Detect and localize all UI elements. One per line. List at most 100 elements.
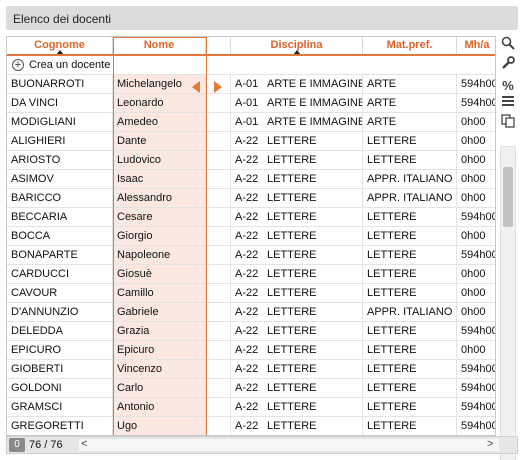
cell-spacer xyxy=(206,170,231,188)
cell-spacer xyxy=(206,322,231,340)
copy-icon[interactable] xyxy=(498,114,518,134)
cell-spacer xyxy=(206,303,231,321)
wrench-icon[interactable] xyxy=(498,56,518,76)
cell-codice: A-22 xyxy=(235,420,259,432)
cell-mh: 0h00 xyxy=(461,306,486,318)
vertical-scrollbar-thumb[interactable] xyxy=(503,167,513,227)
table-row[interactable]: ARIOSTO Ludovico A-22 LETTERE LETTERE 0h00 xyxy=(7,151,495,170)
table-row[interactable]: BUONARROTI Michelangelo A-01 ARTE E IMMAGIN… xyxy=(7,75,495,94)
table-row[interactable]: ASIMOV Isaac A-22 LETTERE APPR. ITALIANO 0h00 xyxy=(7,170,495,189)
vertical-scrollbar[interactable] xyxy=(500,146,516,460)
table-row[interactable]: BONAPARTE Napoleone A-22 LETTERE LETTERE 594h… xyxy=(7,246,495,265)
table-row[interactable]: CARDUCCI Giosuè A-22 LETTERE LETTERE 0h00 xyxy=(7,265,495,284)
cell-spacer xyxy=(206,284,231,302)
percent-icon[interactable]: % xyxy=(498,76,518,96)
cell-mh: 594h00 xyxy=(461,97,496,109)
table-row[interactable]: GIOBERTI Vincenzo A-22 LETTERE LETTERE 594h00 xyxy=(7,360,495,379)
cell-codice: A-22 xyxy=(235,249,259,261)
table-row[interactable]: BECCARIA Cesare A-22 LETTERE LETTERE 594h00 xyxy=(7,208,495,227)
sort-ascending-icon xyxy=(292,50,301,54)
column-header-disciplina[interactable]: Disciplina xyxy=(231,37,363,54)
cell-codice: A-22 xyxy=(235,287,259,299)
cell-disciplina: LETTERE xyxy=(263,246,363,264)
cell-mh: 0h00 xyxy=(461,230,486,242)
cell-cognome: DA VINCI xyxy=(7,94,113,112)
cell-spacer xyxy=(206,417,231,435)
cell-nome: Antonio xyxy=(113,398,206,416)
cell-disciplina: LETTERE xyxy=(263,227,363,245)
cell-disciplina: LETTERE xyxy=(263,170,363,188)
search-icon[interactable] xyxy=(498,36,518,56)
cell-cognome: ALIGHIERI xyxy=(7,132,113,150)
cell-mat-pref: LETTERE xyxy=(363,341,457,359)
move-column-right-icon[interactable] xyxy=(214,81,222,93)
cell-spacer xyxy=(206,113,231,131)
scroll-right-icon[interactable]: > xyxy=(487,438,493,450)
sort-ascending-icon xyxy=(55,50,64,54)
cell-mat-pref: LETTERE xyxy=(363,132,457,150)
cell-codice: A-22 xyxy=(235,135,259,147)
cell-codice: A-01 xyxy=(235,97,259,109)
cell-mat-pref: ARTE xyxy=(363,94,457,112)
cell-cognome: MODIGLIANI xyxy=(7,113,113,131)
cell-mh: 0h00 xyxy=(461,154,486,166)
cell-disciplina: LETTERE xyxy=(263,284,363,302)
table-row[interactable]: BOCCA Giorgio A-22 LETTERE LETTERE 0h00 xyxy=(7,227,495,246)
table-row[interactable]: DELEDDA Grazia A-22 LETTERE LETTERE 594h00 xyxy=(7,322,495,341)
cell-spacer xyxy=(206,265,231,283)
cell-cognome: GREGORETTI xyxy=(7,417,113,435)
cell-nome: Cesare xyxy=(113,208,206,226)
cell-codice: A-22 xyxy=(235,363,259,375)
cell-nome: Carlo xyxy=(113,379,206,397)
column-header-nome[interactable]: Nome xyxy=(113,37,206,54)
scroll-left-icon[interactable]: < xyxy=(81,438,87,450)
cell-cognome: D'ANNUNZIO xyxy=(7,303,113,321)
cell-mh: 594h00 xyxy=(461,401,496,413)
column-header-mat-pref[interactable]: Mat.pref. xyxy=(363,37,457,54)
table-row[interactable]: EPICURO Epicuro A-22 LETTERE LETTERE 0h00 xyxy=(7,341,495,360)
cell-codice: A-22 xyxy=(235,306,259,318)
cell-mat-pref: ARTE xyxy=(363,113,457,131)
move-column-left-icon[interactable] xyxy=(192,81,200,93)
list-icon[interactable] xyxy=(498,94,518,114)
cell-mat-pref: APPR. ITALIANO xyxy=(363,303,457,321)
cell-mh: 594h00 xyxy=(461,382,496,394)
cell-spacer xyxy=(206,379,231,397)
table-row[interactable]: ALIGHIERI Dante A-22 LETTERE LETTERE 0h00 xyxy=(7,132,495,151)
cell-disciplina: ARTE E IMMAGINE xyxy=(263,75,363,93)
cell-mh: 0h00 xyxy=(461,192,486,204)
cell-codice: A-22 xyxy=(235,173,259,185)
table-row[interactable]: D'ANNUNZIO Gabriele A-22 LETTERE APPR. ITALI… xyxy=(7,303,495,322)
cell-codice: A-22 xyxy=(235,325,259,337)
horizontal-scrollbar[interactable] xyxy=(79,439,499,451)
cell-mat-pref: LETTERE xyxy=(363,265,457,283)
cell-mh: 0h00 xyxy=(461,116,486,128)
grid-footer: 0 76 / 76 < > xyxy=(6,436,518,454)
cell-nome: Leonardo xyxy=(113,94,206,112)
cell-spacer xyxy=(206,132,231,150)
cell-spacer xyxy=(206,151,231,169)
table-row[interactable]: MODIGLIANI Amedeo A-01 ARTE E IMMAGINE ARTE 0… xyxy=(7,113,495,132)
table-row[interactable]: CAVOUR Camillo A-22 LETTERE LETTERE 0h00 xyxy=(7,284,495,303)
cell-spacer xyxy=(206,94,231,112)
table-row[interactable]: GRAMSCI Antonio A-22 LETTERE LETTERE 594h00 xyxy=(7,398,495,417)
cell-nome: Ludovico xyxy=(113,151,206,169)
cell-disciplina: LETTERE xyxy=(263,322,363,340)
cell-cognome: GIOBERTI xyxy=(7,360,113,378)
cell-nome: Isaac xyxy=(113,170,206,188)
cell-mat-pref: LETTERE xyxy=(363,398,457,416)
cell-mh: 0h00 xyxy=(461,268,486,280)
column-header-cognome[interactable]: Cognome xyxy=(7,37,113,54)
table-row[interactable]: GREGORETTI Ugo A-22 LETTERE LETTERE 594h00 xyxy=(7,417,495,435)
cell-nome: Ugo xyxy=(113,417,206,435)
cell-mat-pref: LETTERE xyxy=(363,284,457,302)
cell-mat-pref: LETTERE xyxy=(363,208,457,226)
table-row[interactable]: DA VINCI Leonardo A-01 ARTE E IMMAGINE ARTE 5… xyxy=(7,94,495,113)
create-teacher-row[interactable]: + Crea un docente xyxy=(7,56,495,75)
table-row[interactable]: GOLDONI Carlo A-22 LETTERE LETTERE 594h00 xyxy=(7,379,495,398)
column-header-mh[interactable]: Mh/a xyxy=(457,37,495,54)
cell-cognome: EPICURO xyxy=(7,341,113,359)
table-row[interactable]: BARICCO Alessandro A-22 LETTERE APPR. ITALIA… xyxy=(7,189,495,208)
cell-disciplina: LETTERE xyxy=(263,151,363,169)
grid-header: Cognome Nome Disciplina Mat.pref. Mh/a xyxy=(7,37,495,56)
